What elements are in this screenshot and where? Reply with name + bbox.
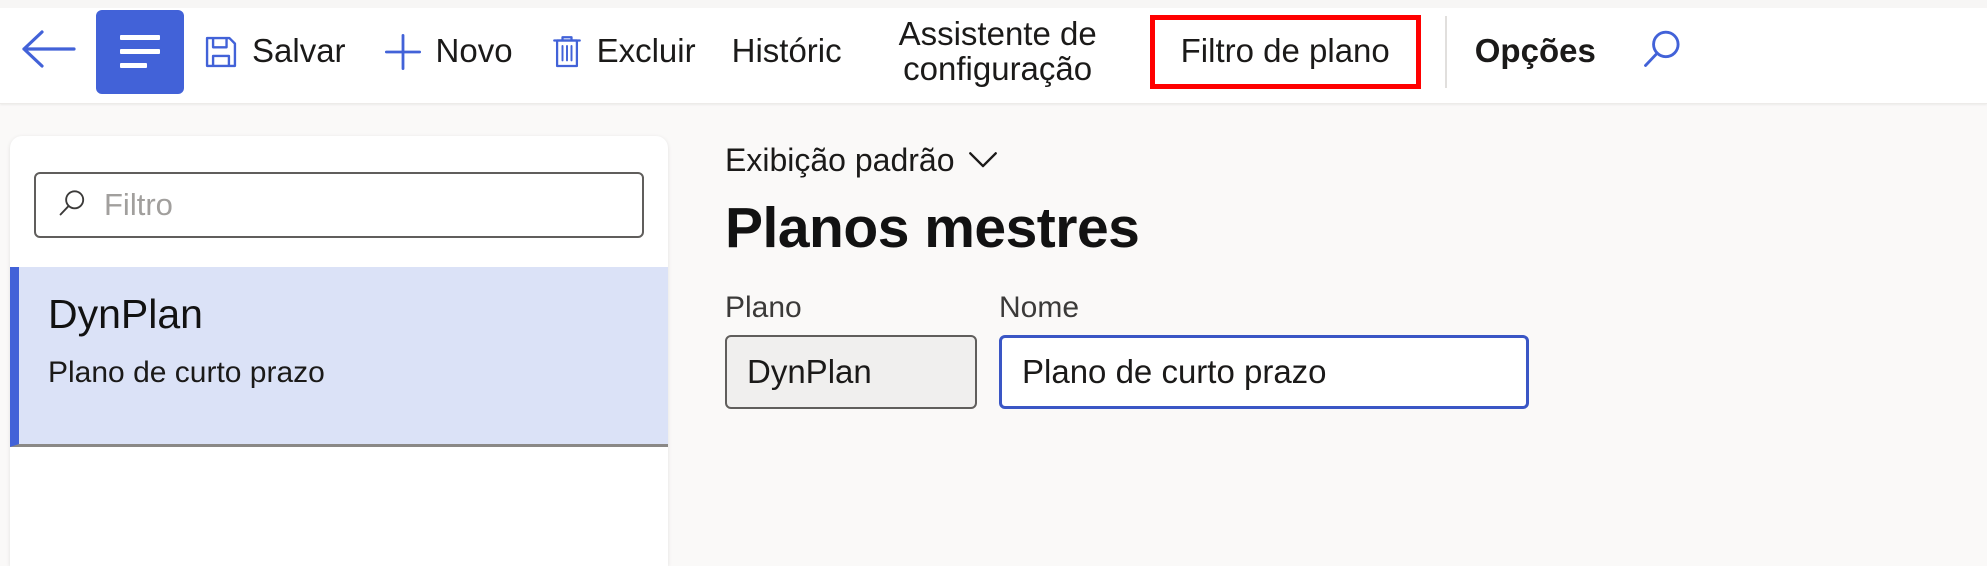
search-icon: [56, 187, 88, 224]
trash-icon: [549, 32, 585, 72]
command-bar-top-strip: [0, 0, 1987, 8]
field-nome-input[interactable]: Plano de curto prazo: [999, 334, 1529, 409]
content-panel: Exibição padrão Planos mestres Plano Dyn…: [690, 120, 1987, 554]
form-row: Plano DynPlan Nome Plano de curto prazo: [725, 290, 1987, 409]
search-icon: [1639, 26, 1685, 77]
toolbar-search-button[interactable]: [1614, 0, 1710, 104]
field-plano: Plano DynPlan: [725, 290, 977, 409]
view-selector-label: Exibição padrão: [725, 142, 955, 178]
plus-icon: [382, 31, 424, 73]
toolbar-divider: [1444, 15, 1447, 88]
plan-filter-button-label: Filtro de plano: [1180, 32, 1390, 70]
options-button[interactable]: Opções: [1457, 0, 1614, 104]
field-plano-label: Plano: [725, 290, 802, 324]
filter-input-wrapper[interactable]: [34, 172, 644, 238]
new-button[interactable]: Novo: [364, 0, 531, 104]
page-title: Planos mestres: [725, 196, 1140, 260]
field-nome-label: Nome: [999, 290, 1080, 324]
navigation-menu-button[interactable]: [96, 9, 184, 94]
back-button[interactable]: [0, 0, 96, 104]
save-floppy-icon: [202, 33, 240, 71]
hamburger-menu-icon: [120, 35, 160, 68]
new-button-label: Novo: [435, 32, 513, 70]
delete-button-label: Excluir: [596, 32, 696, 70]
setup-wizard-button-label: Assistente de configuração: [898, 15, 1097, 87]
list-item-title: DynPlan: [48, 291, 203, 337]
setup-wizard-button[interactable]: Assistente de configuração: [860, 0, 1136, 104]
arrow-left-icon: [20, 28, 76, 75]
filter-input[interactable]: [104, 187, 622, 223]
plan-filter-button[interactable]: Filtro de plano: [1149, 14, 1421, 89]
delete-button[interactable]: Excluir: [531, 0, 714, 104]
options-button-label: Opções: [1474, 32, 1596, 70]
history-button[interactable]: Históric: [714, 0, 860, 104]
list-item[interactable]: DynPlan Plano de curto prazo: [10, 267, 668, 447]
save-button-label: Salvar: [252, 32, 346, 70]
view-selector[interactable]: Exibição padrão: [725, 142, 1000, 179]
history-button-label: Históric: [731, 32, 842, 70]
field-plano-input[interactable]: DynPlan: [725, 334, 977, 409]
field-nome: Nome Plano de curto prazo: [999, 290, 1529, 409]
command-bar: Salvar Novo Excluir Históric Assistente …: [0, 0, 1987, 104]
save-button[interactable]: Salvar: [184, 0, 364, 104]
list-item-subtitle: Plano de curto prazo: [48, 356, 325, 390]
records-list-panel: DynPlan Plano de curto prazo: [10, 136, 668, 566]
chevron-down-icon: [966, 142, 1000, 179]
